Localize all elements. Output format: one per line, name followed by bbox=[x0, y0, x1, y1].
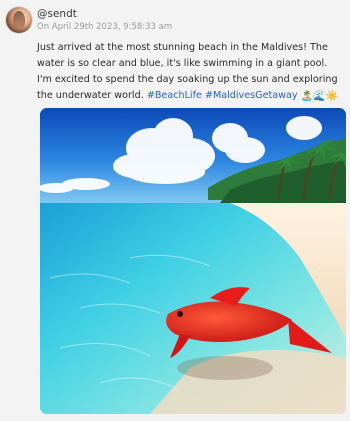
avatar-figure bbox=[13, 11, 25, 29]
sun-emoji: ☀️ bbox=[325, 91, 338, 102]
post-timestamp: On April 29th 2023, 9:58:33 am bbox=[37, 21, 173, 32]
post-header: @sendt On April 29th 2023, 9:58:33 am bbox=[6, 6, 172, 34]
username[interactable]: @sendt bbox=[37, 8, 172, 21]
beach-image bbox=[40, 108, 346, 414]
wave-emoji: 🌊 bbox=[313, 91, 326, 102]
post-meta: @sendt On April 29th 2023, 9:58:33 am bbox=[37, 8, 172, 33]
island-emoji: 🏝️ bbox=[300, 91, 314, 102]
post-text: Just arrived at the most stunning beach … bbox=[37, 40, 342, 104]
post-card: @sendt On April 29th 2023, 9:58:33 am Ju… bbox=[0, 0, 350, 421]
user-avatar[interactable] bbox=[6, 7, 32, 33]
post-image[interactable] bbox=[40, 108, 346, 414]
hashtag-maldivesgetaway[interactable]: #MaldivesGetaway bbox=[205, 90, 298, 101]
hashtag-beachlife[interactable]: #BeachLife bbox=[147, 90, 202, 101]
